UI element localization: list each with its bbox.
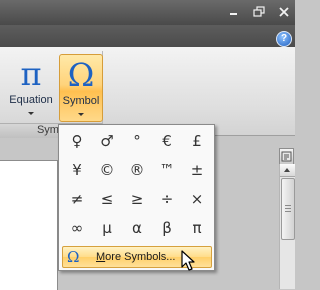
help-button[interactable]: ? xyxy=(276,31,292,47)
symbol-cell[interactable]: ≠ xyxy=(62,185,92,213)
symbol-cell[interactable]: ∞ xyxy=(62,214,92,242)
vertical-scrollbar[interactable] xyxy=(279,164,295,289)
mouse-cursor-icon xyxy=(181,250,195,271)
symbol-cell[interactable]: × xyxy=(182,185,212,213)
symbol-grid: ♀ ♂ ° € £ ¥ © ® ™ ± ≠ ≤ ≥ ÷ × ∞ μ α β π xyxy=(62,127,212,243)
ruler-icon xyxy=(281,151,292,162)
symbol-cell[interactable]: ♂ xyxy=(92,127,122,155)
symbol-cell[interactable]: ¥ xyxy=(62,156,92,184)
symbol-cell[interactable]: ≤ xyxy=(92,185,122,213)
chevron-down-icon xyxy=(78,113,84,116)
symbol-button[interactable]: Ω Symbol xyxy=(59,54,103,122)
symbol-cell[interactable]: £ xyxy=(182,127,212,155)
equation-label: Equation xyxy=(9,94,53,106)
grip-line xyxy=(285,205,291,206)
pi-icon: π xyxy=(20,55,42,93)
minimize-icon xyxy=(230,13,237,15)
symbol-cell[interactable]: € xyxy=(152,127,182,155)
symbol-cell[interactable]: ™ xyxy=(152,156,182,184)
more-symbols-label: More Symbols... xyxy=(96,247,175,267)
symbol-cell[interactable]: α xyxy=(122,214,152,242)
symbol-label: Symbol xyxy=(62,95,100,107)
scroll-up-button[interactable] xyxy=(280,164,295,177)
symbol-cell[interactable]: ± xyxy=(182,156,212,184)
chevron-down-icon xyxy=(28,112,34,115)
more-symbols-label-rest: ore Symbols... xyxy=(105,251,176,263)
symbol-gallery-dropdown: ♀ ♂ ° € £ ¥ © ® ™ ± ≠ ≤ ≥ ÷ × ∞ μ α β π Ω More Symbols... xyxy=(58,124,215,271)
omega-icon: Ω xyxy=(67,56,95,94)
scroll-thumb[interactable] xyxy=(281,178,295,240)
more-symbols-accelerator: M xyxy=(96,251,106,263)
symbol-cell[interactable]: ♀ xyxy=(62,127,92,155)
document-page[interactable] xyxy=(0,160,58,290)
close-button[interactable] xyxy=(276,5,292,19)
grip-line xyxy=(285,211,291,212)
restore-icon xyxy=(253,6,265,17)
minimize-button[interactable] xyxy=(226,5,242,19)
restore-button[interactable] xyxy=(251,5,267,19)
ribbon-tab-strip xyxy=(0,25,295,47)
help-icon: ? xyxy=(280,33,288,44)
omega-icon: Ω xyxy=(67,248,80,266)
symbol-cell[interactable]: ≥ xyxy=(122,185,152,213)
symbol-cell[interactable]: ® xyxy=(122,156,152,184)
symbol-cell[interactable]: © xyxy=(92,156,122,184)
symbol-cell[interactable]: ° xyxy=(122,127,152,155)
grip-line xyxy=(285,208,291,209)
equation-button[interactable]: π Equation xyxy=(6,54,56,122)
close-icon xyxy=(279,7,289,17)
symbol-cell[interactable]: π xyxy=(182,214,212,242)
symbol-cell[interactable]: ÷ xyxy=(152,185,182,213)
view-ruler-button[interactable] xyxy=(279,148,294,165)
symbol-cell[interactable]: β xyxy=(152,214,182,242)
symbol-cell[interactable]: μ xyxy=(92,214,122,242)
title-bar xyxy=(0,0,295,25)
